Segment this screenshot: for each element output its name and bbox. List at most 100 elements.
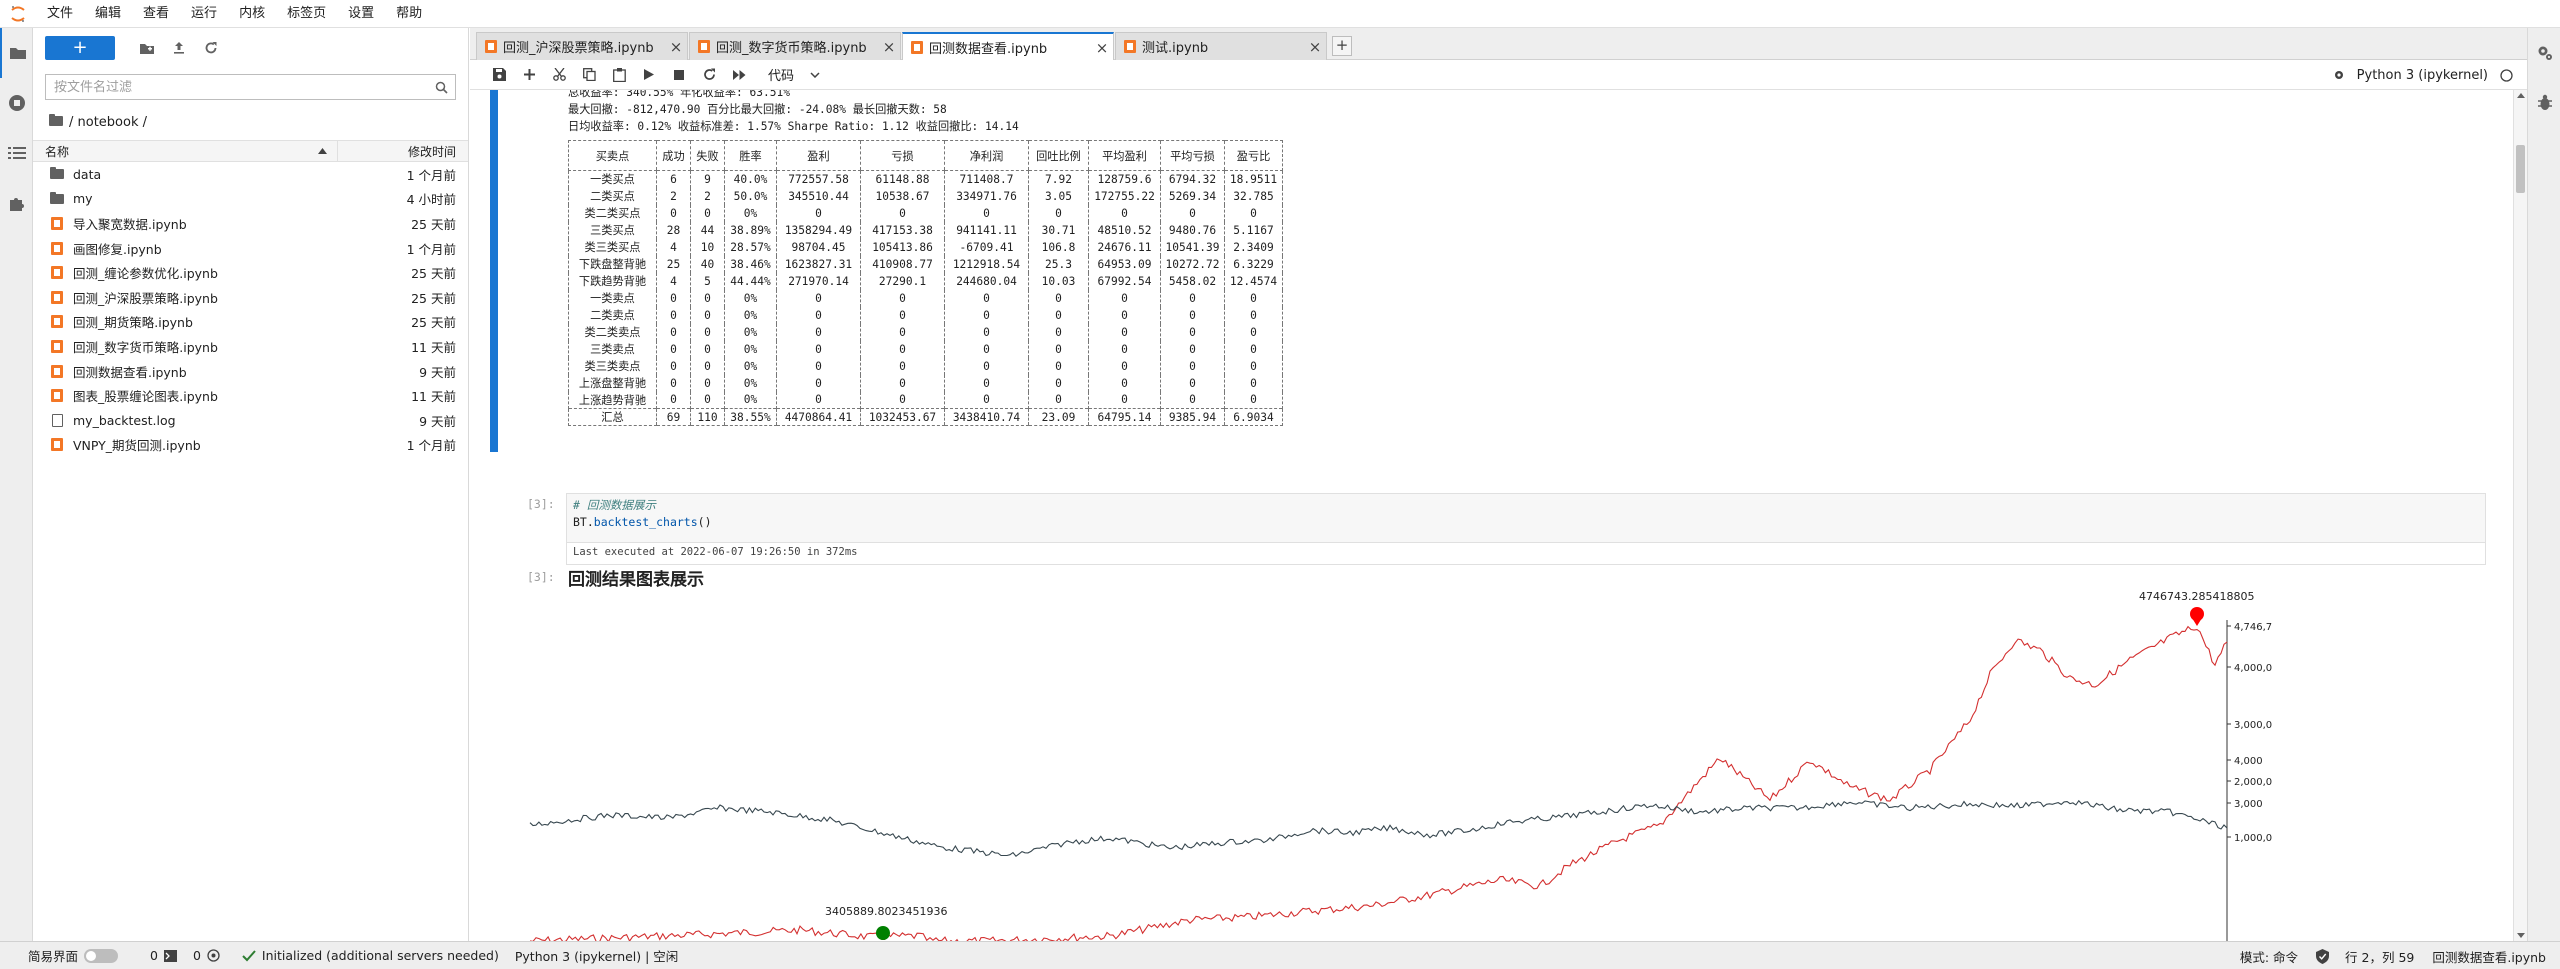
table-cell: 50.0% [724, 187, 777, 205]
menu-view[interactable]: 查看 [132, 0, 180, 28]
file-list-item[interactable]: 回测数据查看.ipynb 9 天前 [33, 359, 468, 384]
copy-button[interactable] [574, 63, 604, 87]
code-comment: # 回测数据展示 [573, 498, 656, 512]
home-folder-icon[interactable] [49, 113, 63, 130]
notebook-icon [47, 364, 67, 378]
kernel-name[interactable]: Python 3 (ipykernel) [2357, 68, 2488, 83]
running-sessions-tab[interactable] [0, 78, 33, 128]
new-folder-button[interactable] [133, 36, 161, 60]
active-cell-indicator[interactable] [490, 90, 498, 452]
file-list-item[interactable]: 画图修复.ipynb 1 个月前 [33, 236, 468, 261]
file-filter-input[interactable] [54, 79, 427, 95]
file-modified: 1 个月前 [406, 241, 456, 257]
menu-file[interactable]: 文件 [36, 0, 84, 28]
table-column-header: 胜率 [724, 140, 777, 171]
tab-backtest-view[interactable]: 回测数据查看.ipynb × [902, 32, 1114, 61]
table-cell: 106.8 [1028, 238, 1089, 256]
extensions-tab[interactable] [0, 178, 33, 228]
cell-type-select[interactable]: 代码 [768, 65, 820, 84]
file-list-item[interactable]: 回测_沪深股票策略.ipynb 25 天前 [33, 285, 468, 310]
table-row: 汇总 69 110 38.55% 4470864.41 1032453.67 3438410… [568, 408, 1283, 426]
debugger-tab[interactable] [2528, 78, 2560, 128]
table-cell: 0 [776, 340, 861, 358]
upload-button[interactable] [165, 36, 193, 60]
modified-column-header[interactable]: 修改时间 [338, 143, 468, 160]
equity-curve-chart: 4,746,7 4,000,0 3,000,0 4,000 2,000,0 3,000 1,… [529, 590, 2272, 941]
close-icon[interactable]: × [665, 38, 687, 56]
breadcrumb-path[interactable]: / notebook / [69, 115, 147, 130]
terminals-status[interactable]: 0 [126, 948, 185, 963]
table-cell: 271970.14 [776, 272, 861, 290]
paste-button[interactable] [604, 63, 634, 87]
simple-mode-toggle[interactable] [84, 948, 119, 963]
left-activity-bar [0, 28, 33, 941]
file-list-item[interactable]: 图表_股票缠论图表.ipynb 11 天前 [33, 383, 468, 408]
notebook-icon [47, 438, 67, 452]
table-of-contents-tab[interactable] [0, 128, 33, 178]
file-list-item[interactable]: 回测_缠论参数优化.ipynb 25 天前 [33, 260, 468, 285]
close-icon[interactable]: × [1091, 39, 1113, 57]
table-cell: 28.57% [724, 238, 777, 256]
menu-help[interactable]: 帮助 [385, 0, 433, 28]
search-icon [427, 81, 455, 94]
file-list-item[interactable]: 回测_数字货币策略.ipynb 11 天前 [33, 334, 468, 359]
file-list-item[interactable]: 回测_期货策略.ipynb 25 天前 [33, 310, 468, 335]
menu-edit[interactable]: 编辑 [84, 0, 132, 28]
table-cell: 4470864.41 [776, 408, 861, 426]
tab-crypto-strategy[interactable]: 回测_数字货币策略.ipynb × [689, 32, 901, 60]
trust-indicator[interactable] [2308, 948, 2337, 964]
interrupt-button[interactable] [664, 63, 694, 87]
file-list-item[interactable]: data 1 个月前 [33, 162, 468, 187]
table-cell: 6794.32 [1160, 170, 1225, 188]
table-cell: 64795.14 [1088, 408, 1161, 426]
close-icon[interactable]: × [878, 38, 900, 56]
table-cell: 0 [656, 340, 691, 358]
table-cell: 4 [656, 272, 691, 290]
folder-icon [47, 167, 67, 180]
table-cell: 0 [860, 306, 945, 324]
file-modified: 25 天前 [411, 266, 456, 282]
menu-settings[interactable]: 设置 [337, 0, 385, 28]
kernel-status[interactable]: Python 3 (ipykernel) | 空闲 [507, 946, 686, 965]
cut-button[interactable] [544, 63, 574, 87]
kernels-status[interactable]: 0 [185, 948, 228, 963]
scroll-thumb[interactable] [2516, 145, 2525, 193]
file-name: 回测_缠论参数优化.ipynb [73, 266, 218, 282]
close-icon[interactable]: × [1304, 38, 1326, 56]
scroll-down-arrow-icon[interactable] [2517, 933, 2525, 938]
file-list-item[interactable]: my_backtest.log 9 天前 [33, 408, 468, 433]
new-launcher-button[interactable]: + [45, 36, 115, 60]
tab-hushen-strategy[interactable]: 回测_沪深股票策略.ipynb × [476, 32, 688, 60]
benchmark-line [529, 799, 2228, 857]
table-cell: 2.3409 [1224, 238, 1283, 256]
file-list-item[interactable]: my 4 小时前 [33, 187, 468, 212]
run-button[interactable] [634, 63, 664, 87]
file-list-item[interactable]: VNPY_期货回测.ipynb 1 个月前 [33, 433, 468, 458]
mode-indicator[interactable]: 模式: 命令 [2232, 947, 2308, 966]
file-list-item[interactable]: 导入聚宽数据.ipynb 25 天前 [33, 211, 468, 236]
restart-run-all-button[interactable] [724, 63, 754, 87]
table-cell: 下跌趋势背驰 [568, 272, 657, 290]
notebook-scrollbar[interactable] [2513, 90, 2527, 941]
restart-button[interactable] [694, 63, 724, 87]
property-inspector-tab[interactable] [2528, 28, 2560, 78]
table-cell: 1212918.54 [944, 255, 1029, 273]
table-cell: 10 [690, 238, 725, 256]
save-button[interactable] [484, 63, 514, 87]
code-cell-input[interactable]: # 回测数据展示 BT.backtest_charts() [566, 493, 2486, 543]
menu-kernel[interactable]: 内核 [228, 0, 276, 28]
gear-icon[interactable] [2333, 69, 2345, 81]
menu-run[interactable]: 运行 [180, 0, 228, 28]
menu-tabs[interactable]: 标签页 [276, 0, 337, 28]
lsp-status[interactable]: Initialized (additional servers needed) [228, 948, 507, 963]
file-browser-tab[interactable] [0, 28, 33, 78]
add-tab-button[interactable]: + [1332, 36, 1352, 56]
tab-test[interactable]: 测试.ipynb × [1115, 32, 1327, 60]
scroll-up-arrow-icon[interactable] [2517, 93, 2525, 98]
cursor-position[interactable]: 行 2，列 59 [2337, 947, 2422, 966]
insert-cell-button[interactable] [514, 63, 544, 87]
play-icon [644, 69, 654, 80]
refresh-button[interactable] [197, 36, 225, 60]
name-column-header[interactable]: 名称 [33, 140, 338, 162]
table-cell: 3.05 [1028, 187, 1089, 205]
